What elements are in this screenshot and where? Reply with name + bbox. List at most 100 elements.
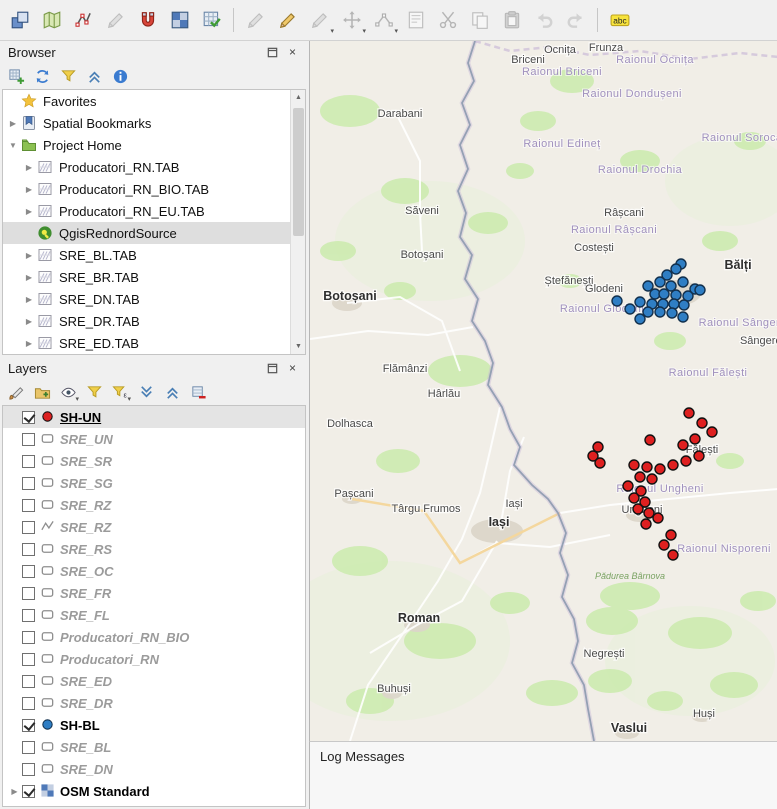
copy-features-icon[interactable] [465, 6, 494, 35]
expander-icon[interactable]: ▶ [21, 163, 37, 172]
properties-icon[interactable] [109, 65, 131, 87]
expander-icon[interactable]: ▶ [21, 185, 37, 194]
layer-row[interactable]: SRE_FL [3, 604, 305, 626]
layer-visibility-checkbox[interactable] [22, 499, 35, 512]
expander-icon[interactable]: ▶ [21, 251, 37, 260]
layer-row[interactable]: SRE_RZ [3, 494, 305, 516]
browser-item[interactable]: ▶SRE_DN.TAB [3, 288, 290, 310]
layer-visibility-checkbox[interactable] [22, 631, 35, 644]
close-panel-icon[interactable]: × [285, 45, 300, 60]
layer-visibility-checkbox[interactable] [22, 719, 35, 732]
toggle-editing-icon[interactable] [101, 6, 130, 35]
layer-visibility-checkbox[interactable] [22, 543, 35, 556]
dropdown-caret-icon[interactable]: ▾ [75, 396, 79, 403]
browser-item[interactable]: Favorites [3, 90, 290, 112]
browser-item[interactable]: ▶Producatori_RN_EU.TAB [3, 200, 290, 222]
expander-icon[interactable]: ▼ [5, 141, 21, 150]
current-edits-icon[interactable] [273, 6, 302, 35]
remove-layer-icon[interactable] [187, 381, 209, 403]
filter-by-expression-icon[interactable]: ε▾ [109, 381, 131, 403]
layer-visibility-checkbox[interactable] [22, 675, 35, 688]
snapping-options-icon[interactable] [133, 6, 162, 35]
browser-item[interactable]: ▶SRE_ED.TAB [3, 332, 290, 354]
layer-row[interactable]: SRE_BL [3, 736, 305, 758]
layer-visibility-checkbox[interactable] [22, 455, 35, 468]
open-layer-styling-icon[interactable] [5, 381, 27, 403]
layer-row[interactable]: Producatori_RN [3, 648, 305, 670]
georeferencer-icon[interactable] [37, 6, 66, 35]
layer-row[interactable]: SRE_SG [3, 472, 305, 494]
scroll-down-icon[interactable]: ▼ [291, 339, 306, 354]
dropdown-caret-icon[interactable]: ▾ [330, 28, 334, 35]
data-source-manager-icon[interactable] [5, 6, 34, 35]
float-panel-icon[interactable] [265, 45, 280, 60]
layer-row[interactable]: SH-UN [3, 406, 305, 428]
redo-icon[interactable] [561, 6, 590, 35]
layer-visibility-checkbox[interactable] [22, 521, 35, 534]
layer-visibility-checkbox[interactable] [22, 587, 35, 600]
layer-visibility-checkbox[interactable] [22, 609, 35, 622]
expander-icon[interactable]: ▶ [5, 119, 21, 128]
add-group-icon[interactable] [31, 381, 53, 403]
save-layer-edits-icon[interactable] [241, 6, 270, 35]
expander-icon[interactable]: ▶ [21, 317, 37, 326]
layer-row[interactable]: SRE_FR [3, 582, 305, 604]
expander-icon[interactable]: ▶ [21, 207, 37, 216]
undo-icon[interactable] [529, 6, 558, 35]
layer-row[interactable]: SRE_RS [3, 538, 305, 560]
browser-item[interactable]: ▶SRE_BR.TAB [3, 266, 290, 288]
scrollbar-thumb[interactable] [293, 108, 304, 236]
layer-row[interactable]: ▶OSM Standard [3, 780, 305, 802]
layer-row[interactable]: SRE_DR [3, 692, 305, 714]
modify-attributes-icon[interactable] [401, 6, 430, 35]
cut-features-icon[interactable] [433, 6, 462, 35]
move-feature-icon[interactable]: ▾ [337, 6, 366, 35]
vertex-editor-icon[interactable]: ▾ [369, 6, 398, 35]
float-panel-icon[interactable] [265, 361, 280, 376]
raster-tools-icon[interactable] [165, 6, 194, 35]
expander-icon[interactable]: ▶ [21, 295, 37, 304]
expand-all-icon[interactable] [135, 381, 157, 403]
close-panel-icon[interactable]: × [285, 361, 300, 376]
layer-visibility-checkbox[interactable] [22, 697, 35, 710]
layer-labeling-icon[interactable]: abc [605, 6, 634, 35]
layer-row[interactable]: SRE_OC [3, 560, 305, 582]
layer-row[interactable]: SRE_SR [3, 450, 305, 472]
layer-visibility-checkbox[interactable] [22, 433, 35, 446]
browser-scrollbar[interactable]: ▲ ▼ [290, 90, 305, 354]
layer-row[interactable]: Producatori_RN_BIO [3, 626, 305, 648]
layer-row[interactable]: SRE_DN [3, 758, 305, 780]
browser-item[interactable]: ▶Producatori_RN_BIO.TAB [3, 178, 290, 200]
layer-visibility-checkbox[interactable] [22, 785, 35, 798]
layer-visibility-checkbox[interactable] [22, 411, 35, 424]
dropdown-caret-icon[interactable]: ▾ [362, 28, 366, 35]
browser-item[interactable]: ▶Spatial Bookmarks [3, 112, 290, 134]
vertex-tool-icon[interactable] [69, 6, 98, 35]
manage-map-themes-icon[interactable]: ▾ [57, 381, 79, 403]
browser-item[interactable]: ▶SRE_DR.TAB [3, 310, 290, 332]
collapse-all-icon[interactable] [161, 381, 183, 403]
layer-visibility-checkbox[interactable] [22, 741, 35, 754]
layer-row[interactable]: SH-BL [3, 714, 305, 736]
expander-icon[interactable]: ▶ [21, 273, 37, 282]
log-messages-tab[interactable]: Log Messages [320, 749, 405, 764]
browser-item[interactable]: ▼Project Home [3, 134, 290, 156]
browser-item[interactable]: ▶SRE_BL.TAB [3, 244, 290, 266]
filter-legend-icon[interactable] [83, 381, 105, 403]
scroll-up-icon[interactable]: ▲ [291, 90, 306, 105]
check-geometries-icon[interactable] [197, 6, 226, 35]
expander-icon[interactable]: ▶ [21, 339, 37, 348]
digitize-with-segment-icon[interactable]: ▾ [305, 6, 334, 35]
refresh-icon[interactable] [31, 65, 53, 87]
browser-item[interactable]: QgisRednordSource [3, 222, 290, 244]
layer-row[interactable]: SRE_ED [3, 670, 305, 692]
dropdown-caret-icon[interactable]: ▾ [394, 28, 398, 35]
filter-browser-icon[interactable] [57, 65, 79, 87]
add-selected-layers-icon[interactable] [5, 65, 27, 87]
expander-icon[interactable]: ▶ [7, 787, 22, 796]
layer-visibility-checkbox[interactable] [22, 565, 35, 578]
layer-row[interactable]: SRE_UN [3, 428, 305, 450]
map-canvas[interactable]: OcnițaFrunzaRaionul OcnițaBriceniRaionul… [309, 41, 777, 741]
dropdown-caret-icon[interactable]: ▾ [127, 396, 131, 403]
collapse-all-icon[interactable] [83, 65, 105, 87]
